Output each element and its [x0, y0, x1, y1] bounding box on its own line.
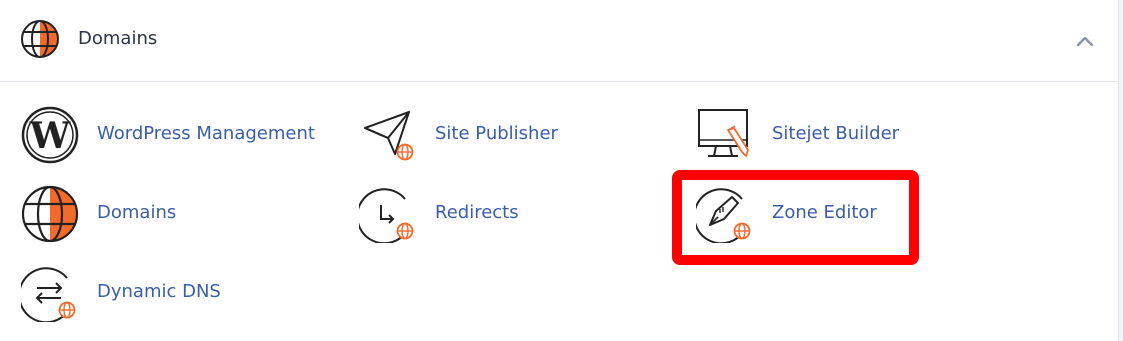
- scrollbar-track[interactable]: [1118, 0, 1123, 341]
- item-label: Domains: [97, 202, 177, 223]
- redirects-icon: [359, 188, 414, 243]
- item-label: Sitejet Builder: [772, 123, 900, 144]
- dynamic-dns-icon: [21, 267, 76, 322]
- item-label: Zone Editor: [772, 202, 877, 223]
- globe-icon: [21, 185, 79, 243]
- sitejet-builder-link[interactable]: Sitejet Builder: [696, 106, 916, 166]
- item-label: Dynamic DNS: [97, 281, 221, 302]
- svg-text:W: W: [29, 115, 71, 157]
- wordpress-icon: W: [21, 106, 79, 164]
- item-label: Redirects: [435, 202, 519, 223]
- sitejet-builder-icon: [698, 109, 749, 157]
- item-label: WordPress Management: [97, 123, 315, 144]
- site-publisher-icon: [364, 111, 414, 161]
- chevron-up-icon[interactable]: [1072, 30, 1098, 52]
- zone-editor-icon: [696, 188, 751, 243]
- redirects-link[interactable]: Redirects: [359, 185, 559, 245]
- zone-editor-link[interactable]: Zone Editor: [696, 185, 896, 245]
- domains-link[interactable]: Domains: [21, 185, 221, 245]
- site-publisher-link[interactable]: Site Publisher: [359, 106, 579, 166]
- panel-header[interactable]: Domains: [0, 0, 1118, 82]
- globe-icon: [21, 20, 59, 58]
- domains-panel: Domains W WordPress Management Site Publ…: [0, 0, 1118, 341]
- item-label: Site Publisher: [435, 123, 558, 144]
- wordpress-management-link[interactable]: W WordPress Management: [21, 106, 321, 166]
- dynamic-dns-link[interactable]: Dynamic DNS: [21, 264, 241, 324]
- section-title: Domains: [78, 28, 158, 49]
